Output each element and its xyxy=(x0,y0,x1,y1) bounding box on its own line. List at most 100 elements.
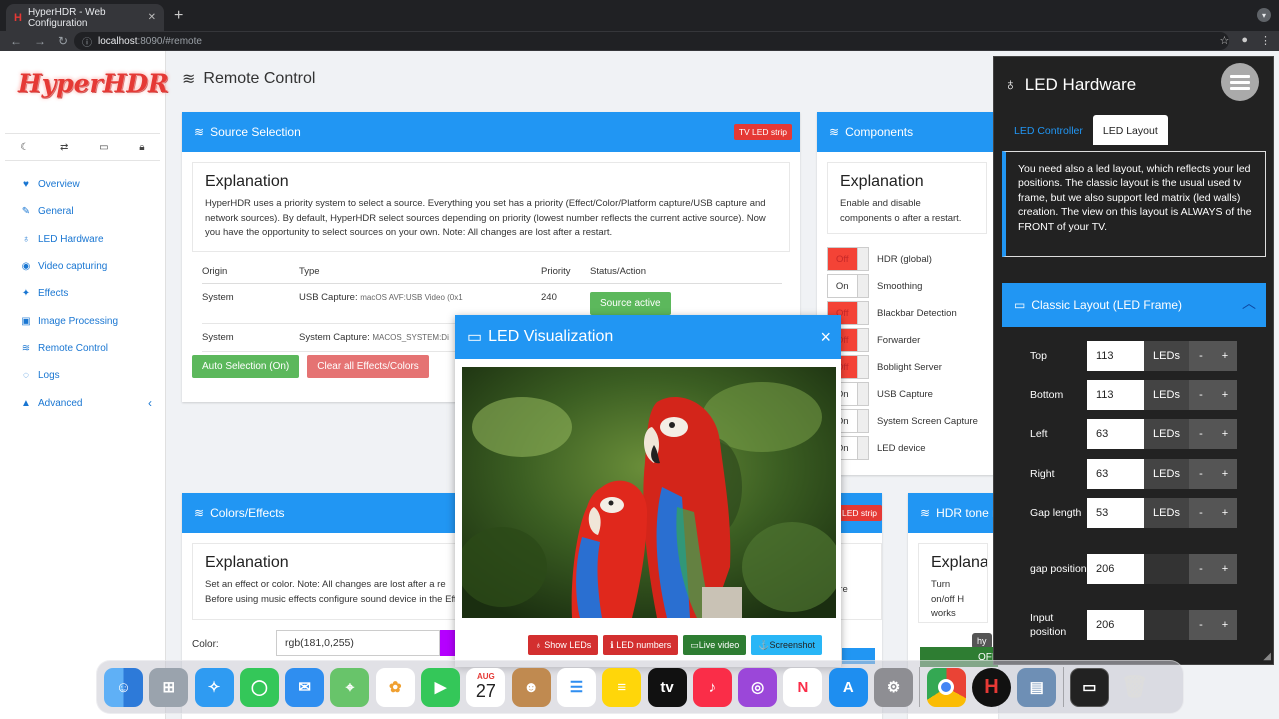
position-input[interactable]: 206 xyxy=(1087,610,1144,640)
hamburger-menu-icon[interactable] xyxy=(1221,63,1259,101)
show-leds-button[interactable]: ♁ Show LEDs xyxy=(528,635,599,655)
tab-search-icon[interactable]: ▾ xyxy=(1257,8,1271,22)
auto-selection-button[interactable]: Auto Selection (On) xyxy=(192,355,300,378)
sidebar-item-overview[interactable]: ♥ Overview xyxy=(0,171,166,198)
dock-separator xyxy=(1062,667,1064,707)
lock-icon[interactable]: 🔒︎ xyxy=(139,142,144,153)
news-icon[interactable]: N xyxy=(783,667,823,707)
led-count-input[interactable]: 113 xyxy=(1087,380,1144,410)
increment-button[interactable]: + xyxy=(1213,419,1237,449)
column-header: Type xyxy=(299,260,541,284)
decrement-button[interactable]: - xyxy=(1189,459,1213,489)
component-row: Off Boblight Server xyxy=(827,355,942,379)
sidebar-item-logs[interactable]: ◌ Logs xyxy=(0,362,166,389)
led-numbers-button[interactable]: ℹ LED numbers xyxy=(603,635,679,655)
sidebar-item-advanced[interactable]: ▲ Advanced ‹ xyxy=(0,389,166,416)
calendar-icon[interactable]: AUG 27 xyxy=(466,667,506,707)
screenshot-button[interactable]: ⚓ Screenshot xyxy=(751,635,823,655)
apple-tv-icon[interactable]: tv xyxy=(647,667,687,707)
sidebar-item-video-capturing[interactable]: ◉ Video capturing xyxy=(0,253,166,280)
tab-led-layout[interactable]: LED Layout xyxy=(1092,115,1168,145)
color-input[interactable]: rgb(181,0,255) xyxy=(276,630,440,656)
live-video-button[interactable]: ▭ Live video xyxy=(683,635,747,655)
safari-icon[interactable]: ✧ xyxy=(194,667,234,707)
increment-button[interactable]: + xyxy=(1213,610,1237,640)
sidebar-item-image-processing[interactable]: ▣ Image Processing xyxy=(0,307,166,334)
forward-icon[interactable]: → xyxy=(34,34,48,48)
trash-icon[interactable]: 🗑︎ xyxy=(1115,668,1154,707)
chrome-icon[interactable] xyxy=(926,667,966,707)
site-info-icon[interactable]: ⓘ xyxy=(82,34,92,49)
column-header: Origin xyxy=(202,260,299,284)
led-count-input[interactable]: 113 xyxy=(1087,341,1144,371)
increment-button[interactable]: + xyxy=(1213,554,1237,584)
music-icon[interactable]: ♪ xyxy=(692,667,732,707)
sidebar-item-effects[interactable]: ✦ Effects xyxy=(0,280,166,307)
increment-button[interactable]: + xyxy=(1213,459,1237,489)
source-active-button[interactable]: Source active xyxy=(590,292,671,315)
facetime-icon[interactable]: ▶ xyxy=(421,667,461,707)
decrement-button[interactable]: - xyxy=(1189,554,1213,584)
led-count-input[interactable]: 63 xyxy=(1087,419,1144,449)
sidebar-item-general[interactable]: ✎ General xyxy=(0,198,166,225)
moon-icon[interactable]: ☾ xyxy=(20,142,29,153)
url-field[interactable]: ⓘ localhost:8090/#remote xyxy=(74,32,1229,50)
sidebar-item-remote-control[interactable]: ≋ Remote Control xyxy=(0,335,166,362)
component-toggle[interactable]: Off xyxy=(827,247,869,271)
reload-icon[interactable]: ↻ xyxy=(58,34,72,48)
messages-icon[interactable]: ◯ xyxy=(239,667,279,707)
classic-layout-header[interactable]: ▭ Classic Layout (LED Frame) ︿ xyxy=(1002,283,1266,327)
component-toggle[interactable]: On xyxy=(827,274,869,298)
row-label: gap position xyxy=(1030,563,1087,575)
modal-button-row: ♁ Show LEDs ℹ LED numbers ▭ Live video ⚓ S… xyxy=(528,635,823,655)
increment-button[interactable]: + xyxy=(1213,380,1237,410)
decrement-button[interactable]: - xyxy=(1189,610,1213,640)
notes-icon[interactable]: ≡ xyxy=(602,667,642,707)
mail-icon[interactable]: ✉ xyxy=(285,667,325,707)
clear-effects-button[interactable]: Clear all Effects/Colors xyxy=(307,355,429,378)
terminal-window-icon[interactable]: ▭ xyxy=(1069,667,1109,707)
close-icon[interactable]: × xyxy=(820,327,831,348)
increment-button[interactable]: + xyxy=(1213,341,1237,371)
browser-tab[interactable]: H HyperHDR - Web Configuration ✕ xyxy=(6,4,164,31)
preview-icon[interactable]: ▤ xyxy=(1017,667,1057,707)
tab-led-controller[interactable]: LED Controller xyxy=(1004,115,1093,145)
browser-menu-icon[interactable]: ⋮ xyxy=(1260,34,1271,47)
decrement-button[interactable]: - xyxy=(1189,341,1213,371)
increment-button[interactable]: + xyxy=(1213,498,1237,528)
launchpad-icon[interactable]: ⊞ xyxy=(149,667,189,707)
back-icon[interactable]: ← xyxy=(10,34,24,48)
type-cell: USB Capture: xyxy=(299,292,358,303)
color-swatch[interactable] xyxy=(440,630,456,656)
profile-icon[interactable]: ● xyxy=(1241,34,1248,47)
led-count-input[interactable]: 53 xyxy=(1087,498,1144,528)
resize-handle-icon[interactable]: ◢ xyxy=(1263,651,1271,662)
led-count-input[interactable]: 63 xyxy=(1087,459,1144,489)
new-tab-icon[interactable]: + xyxy=(174,7,183,25)
component-row: On Smoothing xyxy=(827,274,922,298)
sidebar-item-led-hardware[interactable]: ♁ LED Hardware xyxy=(0,226,166,253)
chevron-left-icon[interactable]: ‹ xyxy=(148,396,152,410)
contacts-icon[interactable]: ☻ xyxy=(511,667,551,707)
decrement-button[interactable]: - xyxy=(1189,380,1213,410)
reminders-icon[interactable]: ☰ xyxy=(556,667,596,707)
hyperhdr-logo[interactable]: HyperHDR xyxy=(18,69,169,98)
chevron-up-icon[interactable]: ︿ xyxy=(1242,293,1256,313)
hdr-tone-header: ≋ HDR tone m xyxy=(908,493,998,533)
photos-icon[interactable]: ✿ xyxy=(375,667,415,707)
bookmark-star-icon[interactable]: ☆ xyxy=(1219,34,1229,47)
hyperhdr-app-icon[interactable]: H xyxy=(971,667,1011,707)
monitor-icon[interactable]: ▭ xyxy=(99,142,108,153)
finder-icon[interactable]: ☺ xyxy=(104,667,143,707)
system-preferences-icon[interactable]: ⚙ xyxy=(874,667,914,707)
exchange-icon[interactable]: ⇄ xyxy=(60,142,68,153)
close-tab-icon[interactable]: ✕ xyxy=(148,12,156,23)
app-store-icon[interactable]: A xyxy=(828,667,868,707)
anchor-icon: ⚓ xyxy=(758,639,770,650)
wifi-icon: ≋ xyxy=(920,506,931,520)
decrement-button[interactable]: - xyxy=(1189,419,1213,449)
decrement-button[interactable]: - xyxy=(1189,498,1213,528)
podcasts-icon[interactable]: ◎ xyxy=(738,667,778,707)
maps-icon[interactable]: ⌖ xyxy=(330,667,370,707)
position-input[interactable]: 206 xyxy=(1087,554,1144,584)
